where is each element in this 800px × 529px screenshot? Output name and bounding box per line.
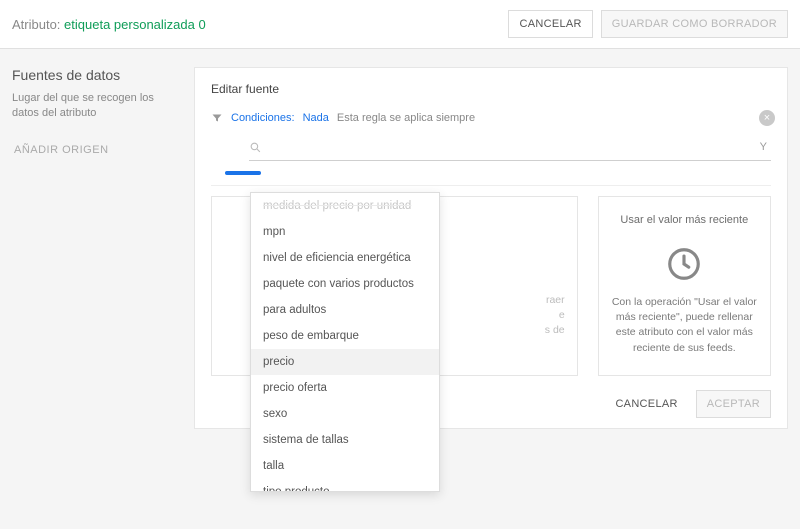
topbar-actions: CANCELAR GUARDAR COMO BORRADOR xyxy=(508,10,788,38)
topbar: Atributo: etiqueta personalizada 0 CANCE… xyxy=(0,0,800,49)
save-draft-button[interactable]: GUARDAR COMO BORRADOR xyxy=(601,10,788,38)
dropdown-item[interactable]: precio xyxy=(251,349,439,375)
sidebar: Fuentes de datos Lugar del que se recoge… xyxy=(12,67,180,429)
sidebar-desc: Lugar del que se recogen los datos del a… xyxy=(12,91,180,122)
conditions-value[interactable]: Nada xyxy=(303,112,329,124)
panel-title: Editar fuente xyxy=(211,82,771,96)
filter-icon xyxy=(211,112,223,124)
search-row: Y xyxy=(249,134,771,161)
cancel-button-top[interactable]: CANCELAR xyxy=(508,10,592,38)
card-right-use-latest[interactable]: Usar el valor más reciente Con la operac… xyxy=(598,196,771,376)
clock-icon xyxy=(665,245,703,283)
dropdown-item[interactable]: peso de embarque xyxy=(251,323,439,349)
sidebar-title: Fuentes de datos xyxy=(12,67,180,83)
dropdown-item[interactable]: para adultos xyxy=(251,297,439,323)
conditions-row: Condiciones: Nada Esta regla se aplica s… xyxy=(211,112,771,124)
card-right-desc: Con la operación "Usar el valor más reci… xyxy=(611,295,758,356)
accept-button[interactable]: ACEPTAR xyxy=(696,390,771,418)
divider xyxy=(211,185,771,186)
dropdown-item[interactable]: tipo producto xyxy=(251,479,439,492)
attribute-name: etiqueta personalizada 0 xyxy=(64,17,206,32)
attribute-dropdown[interactable]: medida del precio por unidad mpn nivel d… xyxy=(250,192,440,492)
dropdown-item[interactable]: mpn xyxy=(251,219,439,245)
dropdown-item[interactable]: sexo xyxy=(251,401,439,427)
card-mid-text3: s de xyxy=(545,323,565,338)
accent-bar xyxy=(225,171,261,175)
dropdown-item[interactable]: sistema de tallas xyxy=(251,427,439,453)
dropdown-item[interactable]: medida del precio por unidad xyxy=(251,193,439,219)
dropdown-item[interactable]: talla xyxy=(251,453,439,479)
close-icon[interactable]: × xyxy=(759,110,775,126)
cancel-button[interactable]: CANCELAR xyxy=(605,390,687,418)
search-icon xyxy=(249,141,262,154)
add-source-button[interactable]: AÑADIR ORIGEN xyxy=(12,144,180,156)
search-input[interactable] xyxy=(268,140,754,154)
dropdown-item[interactable]: precio oferta xyxy=(251,375,439,401)
attribute-heading: Atributo: etiqueta personalizada 0 xyxy=(12,17,206,32)
conditions-hint: Esta regla se aplica siempre xyxy=(337,112,475,124)
y-label: Y xyxy=(760,141,767,153)
card-mid-text1: raer xyxy=(546,293,565,308)
dropdown-item[interactable]: nivel de eficiencia energética xyxy=(251,245,439,271)
conditions-label[interactable]: Condiciones: xyxy=(231,112,295,124)
card-right-title: Usar el valor más reciente xyxy=(620,213,748,229)
dropdown-item[interactable]: paquete con varios productos xyxy=(251,271,439,297)
card-mid-text2: e xyxy=(559,308,565,323)
attribute-label-prefix: Atributo: xyxy=(12,17,60,32)
